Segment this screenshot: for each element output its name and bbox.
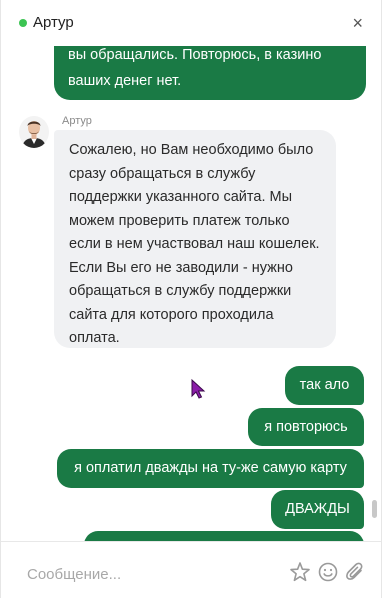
scrollbar-thumb[interactable] xyxy=(372,500,377,518)
incoming-message: Сожалею, но Вам необходимо было сразу об… xyxy=(54,130,336,348)
outgoing-message-partial xyxy=(84,531,364,541)
message-text: ДВАЖДЫ xyxy=(285,501,350,517)
outgoing-message: ДВАЖДЫ xyxy=(271,490,364,529)
close-icon[interactable]: × xyxy=(352,12,363,34)
message-input[interactable] xyxy=(25,562,279,586)
agent-avatar xyxy=(19,116,49,148)
chat-header: Артур × xyxy=(1,0,381,46)
message-list[interactable]: вы обращались. Повторюсь, в казино ваших… xyxy=(1,0,381,541)
message-text: вы обращались. Повторюсь, в казино ваших… xyxy=(68,47,322,89)
message-text: так ало xyxy=(299,377,350,393)
message-composer xyxy=(1,541,381,599)
star-icon[interactable] xyxy=(289,561,311,583)
attach-icon[interactable] xyxy=(344,561,366,583)
chat-title: Артур xyxy=(33,14,74,31)
outgoing-message: я оплатил дважды на ту-же самую карту xyxy=(57,449,364,488)
message-text: я повторюсь xyxy=(264,419,348,435)
outgoing-message: я повторюсь xyxy=(248,408,364,446)
online-status-icon xyxy=(19,19,27,27)
outgoing-message: так ало xyxy=(285,366,364,405)
message-text: я оплатил дважды на ту-же самую карту xyxy=(74,460,347,476)
mouse-cursor-icon xyxy=(190,378,208,400)
message-text: Сожалею, но Вам необходимо было сразу об… xyxy=(69,142,320,346)
emoji-icon[interactable] xyxy=(317,561,339,583)
agent-name: Артур xyxy=(62,115,92,127)
chat-window: вы обращались. Повторюсь, в казино ваших… xyxy=(0,0,382,599)
